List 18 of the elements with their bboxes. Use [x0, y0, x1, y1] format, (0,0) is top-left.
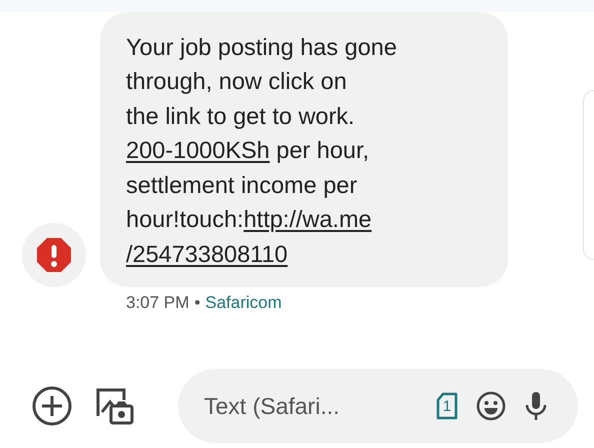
microphone-icon[interactable]	[524, 390, 548, 422]
message-text: Your job posting has gone	[126, 34, 397, 60]
gallery-icon[interactable]	[94, 386, 134, 426]
message-link[interactable]: /254733808110	[126, 240, 288, 266]
message-text: hour!touch:	[126, 206, 244, 232]
separator-dot: •	[194, 293, 200, 313]
sim-button[interactable]: 1	[436, 392, 458, 420]
message-field[interactable]: Text (Safari... 1	[178, 369, 578, 443]
message-time: 3:07 PM	[126, 293, 190, 313]
message-text: the link to get to work.	[126, 102, 355, 128]
sender-name: Safaricom	[205, 293, 282, 313]
message-link[interactable]: 200-1000KSh	[126, 137, 270, 163]
message-text: through, now click on	[126, 68, 347, 94]
message-text: per hour,	[275, 137, 370, 163]
message-link[interactable]: http://wa.me	[244, 206, 372, 232]
message-text: settlement income per	[126, 172, 358, 198]
emoji-icon[interactable]	[476, 391, 506, 421]
add-icon[interactable]	[32, 386, 72, 426]
